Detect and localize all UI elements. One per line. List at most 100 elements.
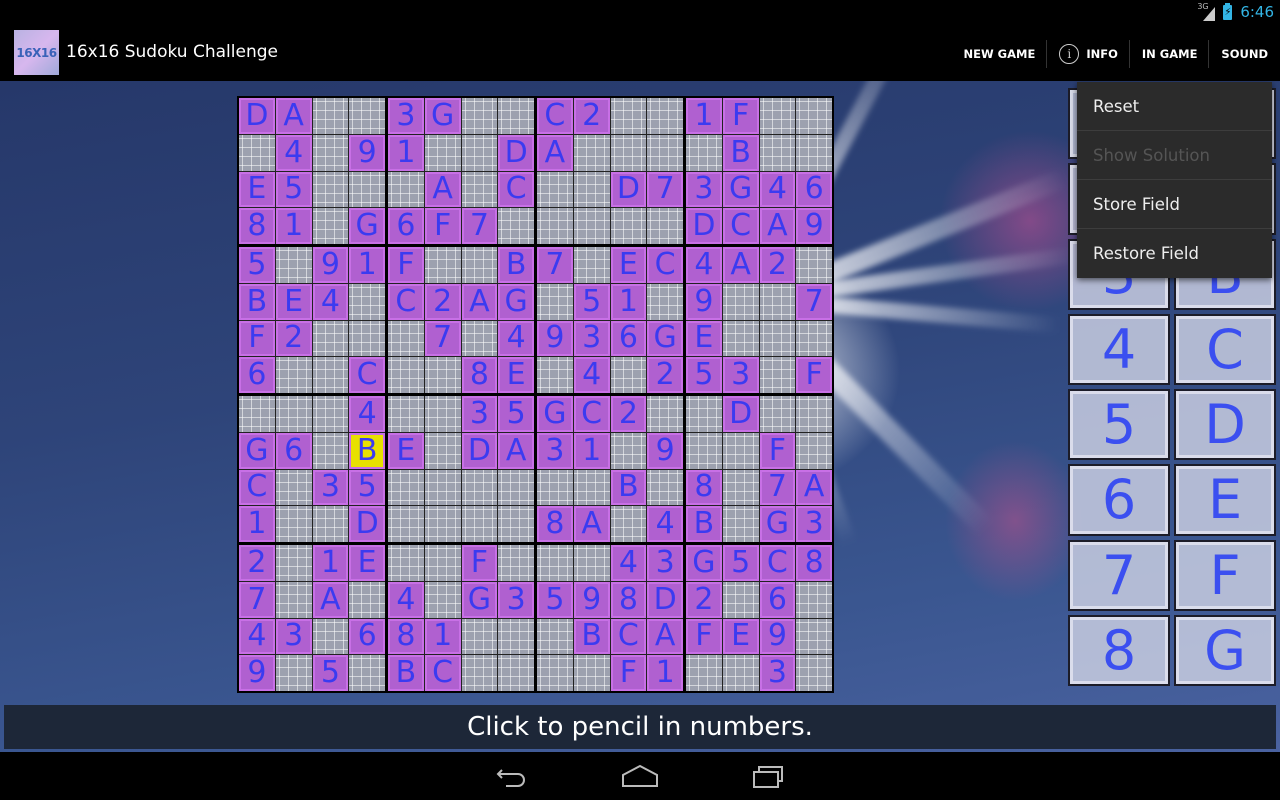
board-cell[interactable] bbox=[796, 432, 832, 469]
board-cell[interactable]: 8 bbox=[388, 618, 424, 655]
board-cell[interactable]: G bbox=[537, 396, 573, 432]
board-cell[interactable]: 2 bbox=[759, 247, 796, 283]
board-cell[interactable]: 6 bbox=[239, 357, 275, 393]
board-cell[interactable]: A bbox=[275, 98, 312, 134]
keypad-button[interactable]: 7 bbox=[1068, 539, 1170, 611]
board-cell[interactable]: 1 bbox=[388, 134, 424, 171]
board-cell[interactable] bbox=[610, 432, 647, 469]
board-cell[interactable] bbox=[537, 171, 573, 208]
board-cell[interactable] bbox=[388, 396, 424, 432]
board-cell[interactable]: G bbox=[461, 581, 498, 618]
board-cell[interactable]: 1 bbox=[275, 208, 312, 244]
board-cell[interactable]: 9 bbox=[647, 432, 683, 469]
board-cell[interactable]: 6 bbox=[759, 581, 796, 618]
board-cell[interactable]: C bbox=[239, 469, 275, 506]
board-cell[interactable]: 3 bbox=[498, 581, 534, 618]
board-cell[interactable]: B bbox=[388, 655, 424, 691]
board-cell[interactable] bbox=[312, 396, 349, 432]
board-cell[interactable] bbox=[796, 320, 832, 357]
board-cell[interactable]: A bbox=[573, 506, 610, 542]
board-cell[interactable]: G bbox=[349, 208, 385, 244]
board-cell[interactable] bbox=[647, 469, 683, 506]
board-cell[interactable] bbox=[537, 283, 573, 320]
board-cell[interactable]: F bbox=[686, 618, 722, 655]
board-cell[interactable] bbox=[722, 432, 759, 469]
board-cell[interactable]: A bbox=[537, 134, 573, 171]
board-cell[interactable] bbox=[610, 98, 647, 134]
board-cell[interactable] bbox=[424, 357, 461, 393]
board-cell[interactable] bbox=[388, 320, 424, 357]
board-cell[interactable] bbox=[537, 469, 573, 506]
board-cell[interactable] bbox=[424, 247, 461, 283]
board-cell[interactable]: C bbox=[610, 618, 647, 655]
board-cell[interactable]: E bbox=[275, 283, 312, 320]
board-cell[interactable]: F bbox=[461, 545, 498, 581]
board-cell[interactable]: 6 bbox=[349, 618, 385, 655]
board-cell[interactable] bbox=[349, 655, 385, 691]
board-cell[interactable]: B bbox=[722, 134, 759, 171]
board-cell[interactable] bbox=[349, 320, 385, 357]
board-cell[interactable]: G bbox=[239, 432, 275, 469]
board-cell[interactable]: 2 bbox=[239, 545, 275, 581]
board-cell[interactable]: C bbox=[537, 98, 573, 134]
board-cell[interactable] bbox=[349, 283, 385, 320]
board-cell[interactable]: 1 bbox=[424, 618, 461, 655]
board-cell[interactable]: A bbox=[498, 432, 534, 469]
board-cell[interactable]: 2 bbox=[573, 98, 610, 134]
board-cell[interactable]: F bbox=[610, 655, 647, 691]
board-cell[interactable]: 4 bbox=[686, 247, 722, 283]
board-cell[interactable]: 8 bbox=[461, 357, 498, 393]
board-cell[interactable]: F bbox=[722, 98, 759, 134]
board-cell[interactable] bbox=[498, 98, 534, 134]
board-cell[interactable]: F bbox=[424, 208, 461, 244]
keypad-button[interactable]: 6 bbox=[1068, 464, 1170, 536]
recent-apps-button[interactable] bbox=[743, 756, 793, 796]
board-cell[interactable]: 3 bbox=[573, 320, 610, 357]
board-cell[interactable]: C bbox=[759, 545, 796, 581]
board-cell[interactable]: A bbox=[461, 283, 498, 320]
board-cell[interactable] bbox=[647, 98, 683, 134]
board-cell[interactable] bbox=[349, 581, 385, 618]
board-cell[interactable] bbox=[796, 247, 832, 283]
board-cell[interactable]: F bbox=[796, 357, 832, 393]
board-cell[interactable] bbox=[424, 506, 461, 542]
board-cell[interactable] bbox=[796, 98, 832, 134]
board-cell[interactable] bbox=[275, 655, 312, 691]
board-cell[interactable] bbox=[312, 171, 349, 208]
board-cell[interactable] bbox=[388, 469, 424, 506]
board-cell[interactable] bbox=[759, 320, 796, 357]
board-cell[interactable] bbox=[796, 581, 832, 618]
board-cell[interactable]: D bbox=[349, 506, 385, 542]
board-cell[interactable]: G bbox=[759, 506, 796, 542]
board-cell[interactable]: 9 bbox=[239, 655, 275, 691]
board-cell[interactable] bbox=[461, 618, 498, 655]
board-cell[interactable]: C bbox=[388, 283, 424, 320]
board-cell[interactable]: 2 bbox=[424, 283, 461, 320]
board-cell[interactable]: 4 bbox=[275, 134, 312, 171]
board-cell[interactable] bbox=[759, 98, 796, 134]
board-cell[interactable]: B bbox=[573, 618, 610, 655]
board-cell[interactable]: A bbox=[647, 618, 683, 655]
board-cell[interactable]: 6 bbox=[796, 171, 832, 208]
menu-item-store-field[interactable]: Store Field bbox=[1077, 180, 1272, 229]
board-cell[interactable]: 5 bbox=[239, 247, 275, 283]
board-cell[interactable]: D bbox=[239, 98, 275, 134]
board-cell[interactable]: 3 bbox=[388, 98, 424, 134]
board-cell[interactable]: 8 bbox=[537, 506, 573, 542]
board-cell[interactable]: 4 bbox=[498, 320, 534, 357]
board-cell[interactable]: 6 bbox=[275, 432, 312, 469]
board-cell[interactable] bbox=[424, 469, 461, 506]
board-cell[interactable]: 5 bbox=[349, 469, 385, 506]
board-cell[interactable] bbox=[686, 396, 722, 432]
board-cell[interactable] bbox=[275, 581, 312, 618]
board-cell[interactable] bbox=[312, 320, 349, 357]
board-cell[interactable] bbox=[759, 357, 796, 393]
board-cell[interactable]: B bbox=[686, 506, 722, 542]
board-cell[interactable] bbox=[722, 469, 759, 506]
board-cell[interactable]: E bbox=[498, 357, 534, 393]
board-cell[interactable]: 3 bbox=[461, 396, 498, 432]
board-cell[interactable]: 7 bbox=[647, 171, 683, 208]
board-cell[interactable] bbox=[424, 134, 461, 171]
menu-item-reset[interactable]: Reset bbox=[1077, 82, 1272, 131]
board-cell[interactable] bbox=[610, 506, 647, 542]
